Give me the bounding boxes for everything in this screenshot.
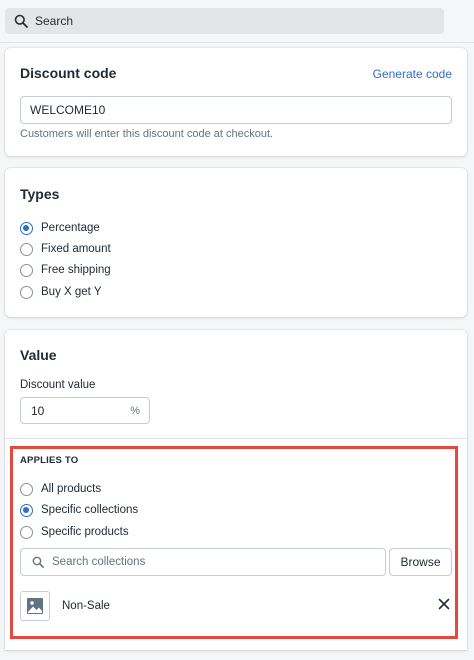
discount-code-title: Discount code bbox=[20, 65, 117, 81]
global-search-placeholder: Search bbox=[35, 14, 74, 28]
discount-value-label: Discount value bbox=[20, 379, 96, 391]
type-option-label: Buy X get Y bbox=[41, 286, 102, 298]
type-option-buy-x-get-y[interactable]: Buy X get Y bbox=[20, 283, 102, 301]
discount-code-help-text: Customers will enter this discount code … bbox=[20, 128, 274, 140]
type-option-percentage[interactable]: Percentage bbox=[20, 219, 100, 237]
types-card: Types Percentage Fixed amount Free shipp… bbox=[5, 168, 467, 317]
value-title: Value bbox=[20, 347, 57, 363]
global-search-bar[interactable]: Search bbox=[5, 8, 444, 34]
radio-buy-x-get-y[interactable] bbox=[20, 285, 33, 299]
section-divider bbox=[5, 438, 467, 439]
discount-code-value: WELCOME10 bbox=[30, 103, 106, 117]
type-option-fixed-amount[interactable]: Fixed amount bbox=[20, 240, 111, 258]
discount-value-text: 10 bbox=[31, 403, 45, 418]
radio-percentage[interactable] bbox=[20, 221, 33, 235]
type-option-label: Free shipping bbox=[41, 264, 111, 276]
type-option-label: Fixed amount bbox=[41, 243, 111, 255]
types-title: Types bbox=[20, 186, 60, 202]
percent-suffix: % bbox=[130, 404, 140, 417]
radio-fixed-amount[interactable] bbox=[20, 242, 33, 256]
radio-free-shipping[interactable] bbox=[20, 263, 33, 277]
type-option-free-shipping[interactable]: Free shipping bbox=[20, 261, 111, 279]
discount-code-input[interactable]: WELCOME10 bbox=[20, 96, 452, 124]
type-option-label: Percentage bbox=[41, 222, 100, 234]
discount-value-input[interactable]: 10 % bbox=[20, 397, 150, 424]
discount-code-card: Discount code Generate code WELCOME10 Cu… bbox=[5, 48, 467, 156]
search-icon bbox=[14, 14, 28, 28]
generate-code-link[interactable]: Generate code bbox=[373, 67, 452, 81]
top-bar: Search bbox=[0, 0, 474, 43]
applies-to-highlight-box bbox=[10, 446, 458, 639]
